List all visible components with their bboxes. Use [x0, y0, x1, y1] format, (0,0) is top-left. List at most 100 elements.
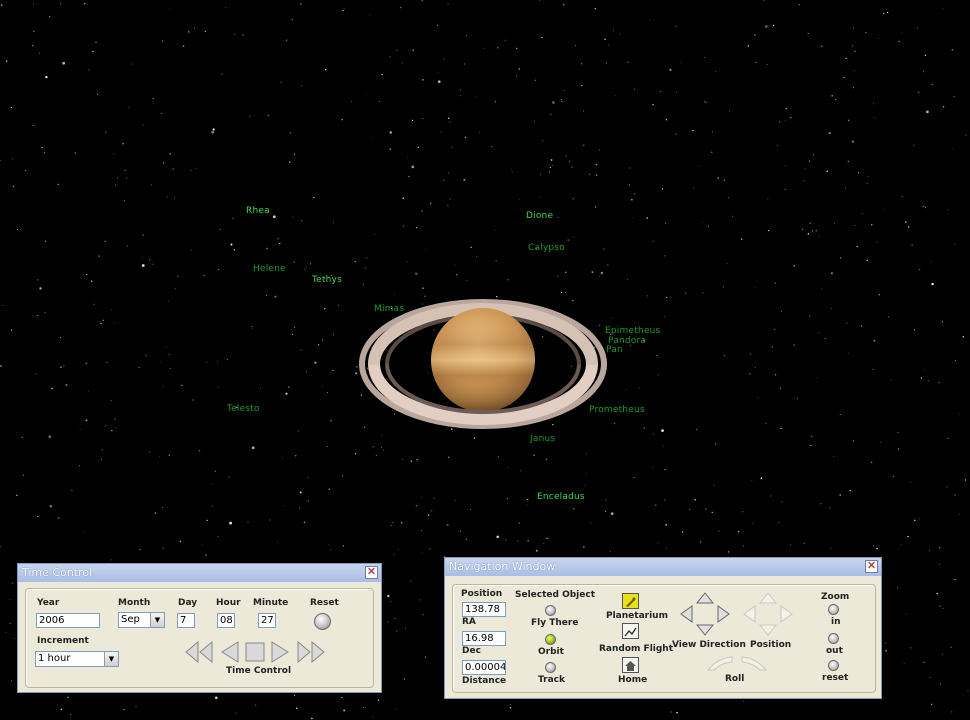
star	[680, 62, 682, 63]
orbit-radio[interactable]	[545, 634, 556, 645]
position-left-arrow[interactable]	[743, 605, 756, 623]
position-right-arrow[interactable]	[780, 605, 793, 623]
zoom-reset-button[interactable]	[828, 660, 839, 671]
moon-label-telesto[interactable]: Telesto	[227, 404, 260, 414]
view-up-arrow[interactable]	[695, 592, 715, 604]
star	[396, 630, 398, 632]
star	[392, 522, 394, 524]
chevron-down-icon[interactable]: ▼	[150, 613, 164, 627]
star	[626, 278, 628, 280]
moon-label-helene[interactable]: Helene	[253, 264, 286, 274]
star	[327, 544, 329, 546]
home-button[interactable]	[622, 657, 639, 673]
star	[356, 366, 358, 368]
star	[707, 225, 710, 227]
hour-input[interactable]: 08	[217, 613, 235, 628]
month-select[interactable]: Sep ▼	[118, 612, 165, 628]
view-left-arrow[interactable]	[680, 605, 693, 623]
star	[190, 249, 192, 251]
moon-label-epimetheus[interactable]: Epimetheus	[605, 326, 660, 336]
star	[212, 128, 215, 131]
star	[235, 712, 237, 714]
star	[341, 696, 343, 699]
zoom-out-button[interactable]	[828, 633, 839, 644]
reset-button[interactable]	[314, 613, 331, 630]
ra-input[interactable]: 16.98	[462, 631, 506, 646]
roll-control	[706, 656, 768, 671]
star	[303, 521, 306, 523]
close-icon[interactable]: ✕	[865, 560, 878, 573]
time-control-titlebar[interactable]: Time Control ✕	[18, 564, 381, 582]
step-forward-icon[interactable]	[271, 641, 289, 663]
moon-label-tethys[interactable]: Tethys	[312, 275, 342, 285]
star	[790, 543, 791, 545]
dec-input[interactable]: 0.00004	[462, 660, 506, 675]
star	[583, 546, 585, 548]
fly-there-radio[interactable]	[545, 605, 556, 616]
star	[284, 505, 285, 507]
increment-select[interactable]: 1 hour ▼	[35, 651, 119, 667]
roll-label: Roll	[725, 674, 745, 684]
view-right-arrow[interactable]	[717, 605, 730, 623]
moon-label-pan[interactable]: Pan	[606, 345, 623, 355]
star	[633, 477, 635, 478]
star	[573, 236, 575, 238]
moon-label-janus[interactable]: Janus	[530, 434, 555, 444]
star	[931, 282, 934, 286]
zoom-out-label: out	[826, 646, 843, 656]
star	[277, 541, 279, 543]
planetarium-button[interactable]	[622, 593, 639, 609]
star	[451, 146, 453, 149]
star	[876, 547, 878, 550]
star	[694, 499, 696, 501]
position-up-arrow[interactable]	[758, 592, 778, 604]
moon-label-dione[interactable]: Dione	[526, 211, 553, 221]
star	[565, 155, 567, 157]
year-input[interactable]: 2006	[36, 613, 100, 628]
close-icon[interactable]: ✕	[365, 566, 378, 579]
moon-label-calypso[interactable]: Calypso	[528, 243, 565, 253]
star	[60, 366, 62, 368]
star	[390, 525, 392, 527]
minute-input[interactable]: 27	[258, 613, 276, 628]
roll-left-arrow[interactable]	[706, 656, 733, 671]
fast-rewind-icon[interactable]	[185, 640, 213, 664]
star	[24, 169, 27, 172]
star	[552, 165, 554, 167]
step-back-icon[interactable]	[221, 641, 239, 663]
star	[618, 356, 620, 358]
star	[705, 101, 707, 103]
star	[942, 8, 944, 10]
navigation-titlebar[interactable]: Navigation Window ✕	[445, 558, 881, 576]
zoom-in-button[interactable]	[828, 604, 839, 615]
star	[364, 267, 366, 269]
star	[311, 717, 313, 720]
star	[808, 160, 811, 162]
moon-label-prometheus[interactable]: Prometheus	[589, 405, 645, 415]
fast-forward-icon[interactable]	[297, 640, 325, 664]
star	[742, 511, 744, 513]
roll-right-arrow[interactable]	[741, 656, 768, 671]
position-input[interactable]: 138.78	[462, 602, 506, 617]
chevron-down-icon[interactable]: ▼	[104, 652, 118, 666]
star	[169, 8, 171, 10]
position-down-arrow[interactable]	[758, 624, 778, 636]
day-input[interactable]: 7	[177, 613, 195, 628]
star	[609, 551, 611, 553]
star	[742, 700, 744, 702]
star	[355, 372, 358, 375]
moon-label-mimas[interactable]: Mimas	[374, 304, 404, 314]
star	[96, 93, 99, 95]
star	[464, 63, 465, 65]
stop-icon[interactable]	[245, 642, 265, 662]
moon-label-enceladus[interactable]: Enceladus	[537, 492, 585, 502]
star	[479, 131, 480, 133]
random-flight-button[interactable]	[622, 623, 639, 639]
star	[833, 222, 836, 224]
star	[219, 228, 221, 230]
track-radio[interactable]	[545, 662, 556, 673]
moon-label-rhea[interactable]: Rhea	[246, 206, 270, 216]
view-down-arrow[interactable]	[695, 624, 715, 636]
star	[182, 45, 185, 47]
star	[738, 531, 740, 533]
